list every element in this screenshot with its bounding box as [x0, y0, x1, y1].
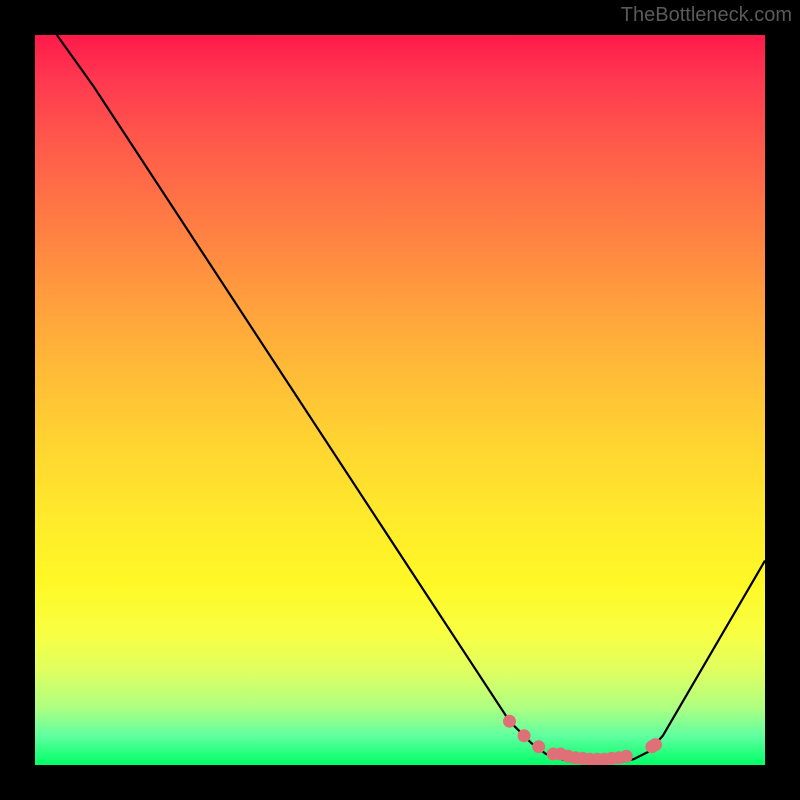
marker-dot — [620, 750, 633, 763]
marker-dot — [503, 715, 516, 728]
marker-dot — [532, 740, 545, 753]
bottleneck-curve-line — [57, 35, 765, 763]
plot-area — [35, 35, 765, 765]
chart-svg — [35, 35, 765, 765]
marker-dot — [518, 729, 531, 742]
watermark-text: TheBottleneck.com — [621, 4, 792, 27]
marker-dot — [649, 738, 662, 751]
